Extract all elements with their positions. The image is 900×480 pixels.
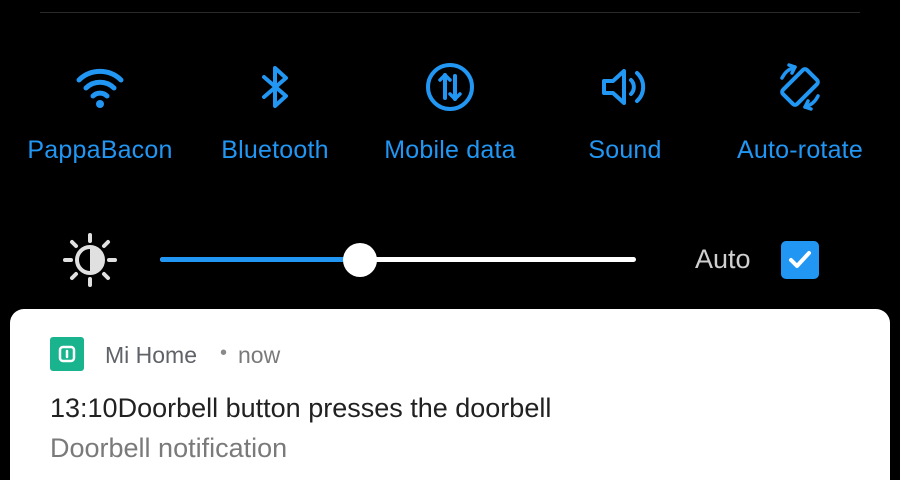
auto-brightness-label: Auto <box>695 244 751 274</box>
tile-label: Sound <box>588 136 662 164</box>
tile-mobile-data[interactable]: Mobile data <box>375 60 525 180</box>
notification-separator: • <box>220 342 228 364</box>
tile-bluetooth[interactable]: Bluetooth <box>200 60 350 180</box>
notification-app-name: Mi Home <box>105 342 198 368</box>
slider-fill <box>160 257 360 262</box>
tile-label: PappaBacon <box>27 136 173 164</box>
mi-home-app-icon <box>50 337 84 371</box>
tile-wifi[interactable]: PappaBacon <box>25 60 175 180</box>
auto-rotate-icon <box>773 60 827 114</box>
brightness-icon <box>63 233 117 287</box>
tile-sound[interactable]: Sound <box>550 60 700 180</box>
slider-thumb[interactable] <box>343 243 377 277</box>
auto-brightness-checkbox[interactable] <box>781 241 819 279</box>
notification-title: 13:10Doorbell button presses the doorbel… <box>50 393 552 423</box>
checkmark-icon <box>789 251 811 268</box>
notification-time: now <box>238 342 281 368</box>
tile-label: Auto-rotate <box>737 136 863 164</box>
bluetooth-icon <box>248 60 302 114</box>
notification-text: Doorbell notification <box>50 433 288 463</box>
wifi-icon <box>73 60 127 114</box>
tile-label: Bluetooth <box>221 136 329 164</box>
quick-settings-panel: PappaBacon Bluetooth Mobile data Sound A… <box>0 0 900 480</box>
divider <box>40 12 860 13</box>
tile-label: Mobile data <box>384 136 516 164</box>
notification-card[interactable]: Mi Home • now 13:10Doorbell button press… <box>10 309 890 480</box>
tile-auto-rotate[interactable]: Auto-rotate <box>725 60 875 180</box>
volume-icon <box>598 60 652 114</box>
mobile-data-icon <box>423 60 477 114</box>
brightness-slider[interactable] <box>160 243 636 277</box>
